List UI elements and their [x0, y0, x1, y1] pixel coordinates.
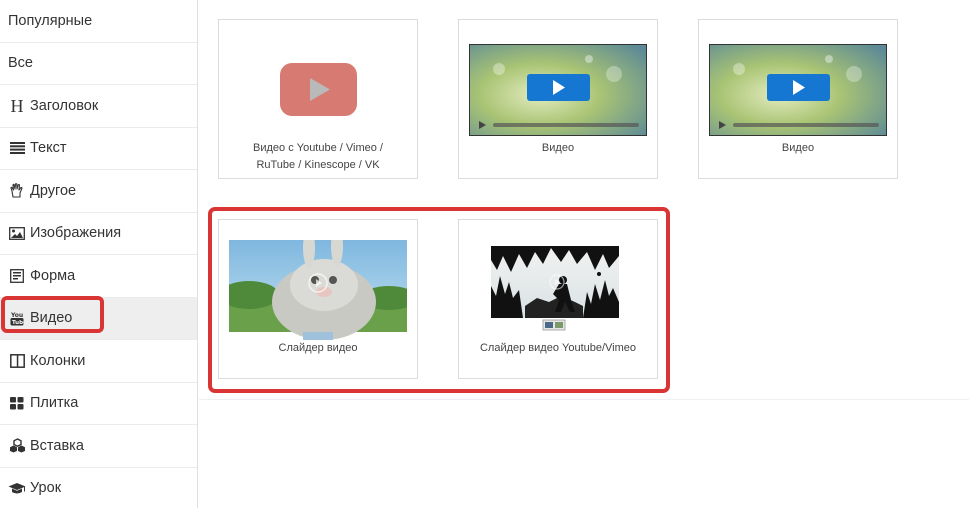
- block-card-video[interactable]: Видео: [458, 19, 658, 179]
- youtube-icon: YouTube: [8, 310, 26, 326]
- card-caption: Слайдер видео: [278, 342, 358, 354]
- sidebar-item-form[interactable]: Форма: [0, 255, 197, 298]
- sidebar-item-label: Колонки: [30, 352, 86, 369]
- columns-icon: [8, 353, 26, 369]
- sidebar-item-video[interactable]: YouTube Видео: [0, 297, 197, 340]
- block-card-video[interactable]: Видео: [698, 19, 898, 179]
- cubes-icon: [8, 438, 26, 454]
- youtube-play-icon: [280, 63, 357, 116]
- sidebar-item-text[interactable]: Текст: [0, 128, 197, 170]
- sidebar-item-lesson[interactable]: Урок: [0, 468, 197, 508]
- card-caption: Видео: [541, 142, 575, 154]
- heading-icon: H: [10, 95, 24, 116]
- hand-icon: [8, 183, 26, 199]
- slider-video-thumbnail: [229, 240, 407, 340]
- svg-text:Tube: Tube: [12, 320, 24, 326]
- graduation-cap-icon: [8, 480, 26, 496]
- sidebar-item-columns[interactable]: Колонки: [0, 340, 197, 383]
- sidebar-item-label: Вставка: [30, 437, 84, 454]
- block-card-slider-video[interactable]: Слайдер видео: [218, 219, 418, 379]
- form-icon: [8, 268, 26, 284]
- card-caption: Видео с Youtube / Vimeo / RuTube / Kines…: [253, 142, 383, 171]
- sidebar-item-label: Другое: [30, 182, 77, 199]
- block-card-youtube-vimeo[interactable]: Видео с Youtube / Vimeo / RuTube / Kines…: [218, 19, 418, 179]
- sidebar-item-label: Форма: [30, 267, 76, 284]
- sidebar-item-label: Заголовок: [30, 97, 99, 114]
- block-gallery: Видео с Youtube / Vimeo / RuTube / Kines…: [199, 0, 969, 508]
- sidebar-item-popular[interactable]: Популярные: [0, 0, 197, 43]
- slider-youtube-thumbnail: [491, 246, 619, 331]
- sidebar-item-images[interactable]: Изображения: [0, 213, 197, 255]
- divider: [199, 399, 969, 400]
- sidebar-item-label: Плитка: [30, 395, 79, 412]
- block-card-slider-youtube-vimeo[interactable]: Слайдер видео Youtube/Vimeo: [458, 219, 658, 379]
- image-icon: [8, 225, 26, 241]
- sidebar-item-label: Урок: [30, 480, 62, 497]
- sidebar-item-label: Видео: [30, 310, 73, 327]
- sidebar-item-other[interactable]: Другое: [0, 170, 197, 213]
- svg-text:You: You: [10, 312, 23, 319]
- grid-tiles-icon: [8, 395, 26, 411]
- sidebar-item-heading[interactable]: H Заголовок: [0, 85, 197, 128]
- sidebar-item-all[interactable]: Все: [0, 43, 197, 85]
- card-caption: Слайдер видео Youtube/Vimeo: [479, 342, 637, 354]
- video-player-thumbnail: [469, 44, 647, 136]
- text-lines-icon: [8, 140, 26, 156]
- block-category-sidebar: Популярные Все H Заголовок Текст Другое …: [0, 0, 198, 508]
- video-player-thumbnail: [709, 44, 887, 136]
- card-caption: Видео: [781, 142, 815, 154]
- sidebar-item-tiles[interactable]: Плитка: [0, 383, 197, 425]
- sidebar-item-label: Изображения: [30, 225, 122, 242]
- sidebar-item-label: Популярные: [8, 12, 93, 29]
- sidebar-item-label: Текст: [30, 140, 67, 157]
- sidebar-item-insert[interactable]: Вставка: [0, 425, 197, 468]
- sidebar-item-label: Все: [8, 55, 33, 72]
